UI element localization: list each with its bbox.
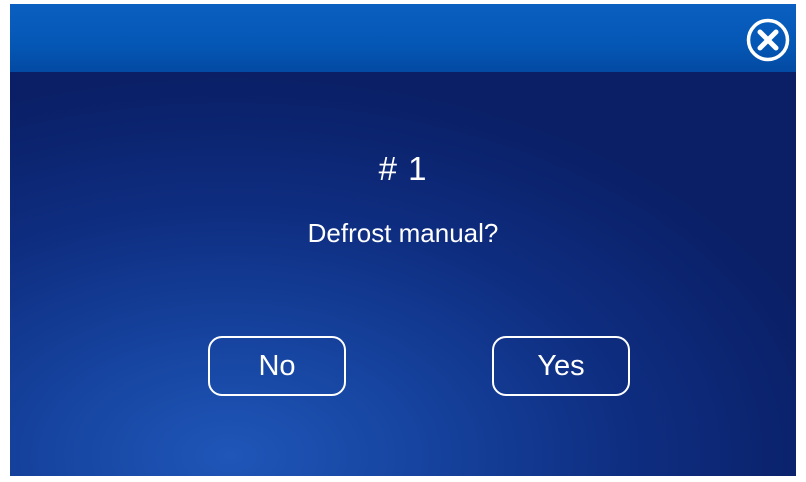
dialog-body: # 1 Defrost manual? No Yes — [10, 72, 796, 476]
defrost-dialog-screen: # 1 Defrost manual? No Yes — [10, 4, 796, 476]
close-button[interactable] — [746, 18, 790, 62]
close-icon — [746, 18, 790, 62]
title-bar — [10, 4, 796, 72]
yes-button[interactable]: Yes — [492, 336, 630, 396]
dialog-number: # 1 — [378, 150, 428, 187]
dialog-question: Defrost manual? — [307, 218, 499, 248]
no-button[interactable]: No — [208, 336, 346, 396]
